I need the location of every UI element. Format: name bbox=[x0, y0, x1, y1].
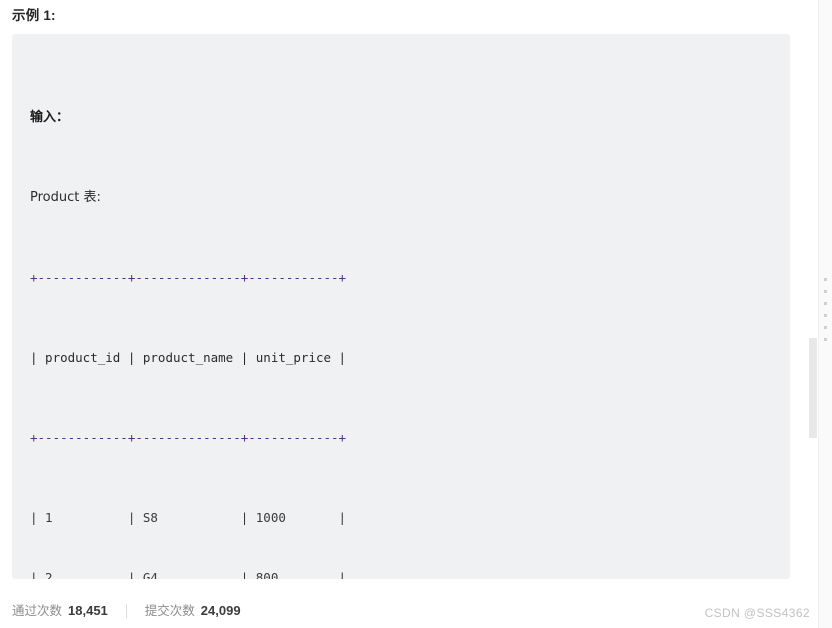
resize-grip-dots[interactable] bbox=[821, 278, 829, 341]
grip-dot-icon bbox=[823, 314, 827, 317]
input-label: 输入： bbox=[30, 110, 70, 125]
example-code-block: 输入： Product 表: +------------+-----------… bbox=[12, 34, 790, 579]
product-table-header: | product_id | product_name | unit_price… bbox=[30, 350, 347, 365]
product-row: | 2 | G4 | 800 | bbox=[30, 570, 347, 579]
stats-divider bbox=[125, 604, 127, 618]
page-root: 示例 1: 输入： Product 表: +------------+-----… bbox=[0, 0, 832, 628]
product-row: | 1 | S8 | 1000 | bbox=[30, 510, 347, 525]
submissions-label: 提交次数 bbox=[144, 604, 195, 618]
vertical-scrollbar-thumb[interactable] bbox=[809, 338, 817, 438]
submissions-stat: 提交次数 24,099 bbox=[145, 602, 241, 620]
accepted-label: 通过次数 bbox=[12, 604, 63, 618]
grip-dot-icon bbox=[823, 326, 827, 329]
code-content: 输入： Product 表: +------------+-----------… bbox=[30, 48, 772, 579]
grip-dot-icon bbox=[823, 302, 827, 305]
page-title: 示例 1: bbox=[12, 8, 56, 23]
stats-footer: 通过次数 18,451 提交次数 24,099 bbox=[12, 602, 241, 620]
accepted-stat: 通过次数 18,451 bbox=[12, 602, 108, 620]
product-rule-mid: +------------+--------------+-----------… bbox=[30, 430, 347, 445]
grip-dot-icon bbox=[823, 278, 827, 281]
product-table-label: Product 表: bbox=[30, 190, 101, 205]
grip-dot-icon bbox=[823, 338, 827, 341]
product-rule-top: +------------+--------------+-----------… bbox=[30, 270, 347, 285]
grip-dot-icon bbox=[823, 290, 827, 293]
accepted-value: 18,451 bbox=[68, 603, 108, 618]
csdn-watermark: CSDN @SSS4362 bbox=[704, 606, 810, 620]
submissions-value: 24,099 bbox=[200, 603, 241, 618]
